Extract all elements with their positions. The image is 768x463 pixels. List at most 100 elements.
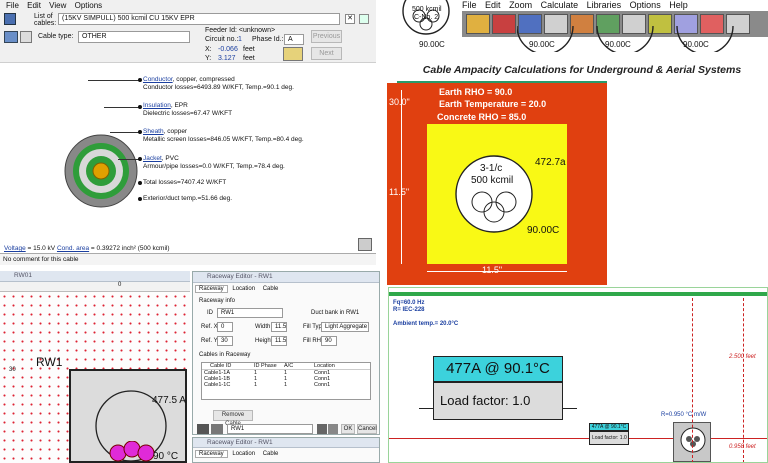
ampacity-box: 477A @ 90.1°C (433, 356, 563, 382)
menu-help[interactable]: Help (669, 0, 688, 10)
field-view-panel: Fq=60.0 Hz R= IEC-228 Ambient temp.= 20.… (388, 287, 768, 463)
total-losses: Total losses=7407.42 W/KFT (143, 179, 227, 186)
depth-dimension-2: 0.958 feet (729, 444, 756, 450)
fill-type-select[interactable]: Light Aggregate (321, 322, 369, 332)
thumb-temp-4: 90.00C (683, 40, 709, 49)
ref-x-input[interactable]: 0 (217, 322, 233, 332)
ampacity-menu: File Edit Zoom Calculate Libraries Optio… (462, 0, 694, 10)
raceway-temperature: 90 °C (153, 451, 179, 462)
table-row[interactable]: Cable1-1C 1 1 Conn1 (202, 382, 370, 388)
id-label: ID (207, 310, 213, 316)
raceway-cables[interactable] (108, 441, 156, 463)
id-note: Duct bank in RW1 (311, 310, 360, 316)
cable-list-label: List of cables: (34, 13, 57, 27)
info-icon[interactable] (359, 14, 369, 24)
dimension-guide (743, 298, 744, 462)
menu-bar: File Edit View Options (0, 0, 376, 11)
width-dimension: 11.5" (482, 265, 503, 275)
ampacity-result: 472.7a (535, 157, 566, 168)
earth-rho: Earth RHO = 90.0 (439, 87, 513, 97)
previous-button[interactable]: Previous (311, 30, 342, 43)
ok-button[interactable]: OK (341, 424, 355, 434)
open-icon[interactable] (466, 14, 490, 34)
sheath-link[interactable]: Sheath (143, 128, 164, 135)
cable-person-icon[interactable] (283, 47, 303, 61)
raceway-dialog-2: Raceway Editor - RW1 Raceway Location Ca… (192, 437, 380, 463)
cable-select[interactable]: (15KV SIMPULL) 500 kcmil CU 15KV EPR (58, 13, 340, 25)
circuit-value[interactable]: 1 (238, 36, 242, 43)
depth-dim-line (401, 90, 402, 124)
vertical-guide (692, 298, 693, 462)
cable-view-icon[interactable] (4, 31, 18, 43)
remove-cable-button[interactable]: Remove Cable (213, 410, 253, 427)
x-label: X: (205, 46, 212, 53)
temperature-result: 90.00C (527, 225, 560, 236)
menu-view[interactable]: View (49, 1, 66, 10)
menu-options[interactable]: Options (630, 0, 661, 10)
ground-line (389, 292, 767, 296)
menu-calculate[interactable]: Calculate (541, 0, 579, 10)
tab-cable-2[interactable]: Cable (260, 451, 282, 457)
menu-options[interactable]: Options (75, 1, 103, 10)
tab-raceway[interactable]: Raceway (195, 285, 228, 293)
thumb-c-label: C-No. 2 (414, 14, 439, 21)
tab-cable[interactable]: Cable (260, 286, 282, 292)
y-unit: feet (243, 55, 255, 62)
cable-editor-panel: File Edit View Options List of cables: (… (0, 0, 376, 265)
dialog-2-tabs: Raceway Location Cable (195, 450, 282, 458)
cables-table[interactable]: Cable ID ID Phase A/C Location Cable1-1A… (201, 362, 371, 400)
menu-edit[interactable]: Edit (27, 1, 41, 10)
conductor-link[interactable]: Conductor (143, 76, 173, 83)
tab-raceway-2[interactable]: Raceway (195, 450, 228, 458)
mini-ampacity-box: 477A @ 90.1°C (589, 423, 629, 431)
tab-location[interactable]: Location (229, 286, 258, 292)
cond-area-link[interactable]: Cond. area (57, 245, 89, 252)
ruler: 0 (0, 282, 190, 292)
conductor-annotation: Conductor, copper, compressed Conductor … (143, 76, 294, 91)
height-input[interactable]: 11.5 (271, 336, 287, 346)
id-input[interactable]: RW1 (217, 308, 283, 318)
width-input[interactable]: 11.5 (271, 322, 287, 332)
y-value[interactable]: 3.127 (218, 55, 236, 62)
raceway-info-group: Raceway info (199, 298, 236, 304)
canvas-window-title: RW01 (0, 271, 190, 282)
ampacity-headline: Cable Ampacity Calculations for Undergro… (422, 64, 742, 76)
cable-type-select[interactable]: OTHER (78, 31, 190, 43)
raceway-select[interactable]: RW1 (227, 424, 313, 434)
copy-icon[interactable] (328, 424, 338, 434)
voltage-line: Voltage = 15.0 kV Cond. area = 0.39272 i… (4, 245, 170, 252)
x-value[interactable]: -0.066 (218, 46, 238, 53)
tab-location-2[interactable]: Location (229, 451, 258, 457)
menu-zoom[interactable]: Zoom (509, 0, 532, 10)
insulation-link[interactable]: Insulation (143, 102, 171, 109)
ruler-mark: 0 (118, 282, 122, 288)
close-icon[interactable]: ✕ (345, 14, 355, 24)
fill-rho-input[interactable]: 90 (321, 336, 337, 346)
y-axis-mark: 30 (9, 367, 16, 373)
jacket-link[interactable]: Jacket (143, 155, 162, 162)
ref-y-input[interactable]: 30 (217, 336, 233, 346)
width-label: Width (255, 324, 271, 330)
next-button[interactable]: Next (311, 47, 342, 60)
link-icon[interactable] (197, 424, 209, 434)
cable-size-label: 500 kcmil (471, 175, 514, 186)
thumb-temp-3: 90.00C (605, 40, 631, 49)
voltage-link[interactable]: Voltage (4, 245, 26, 252)
earth-temp: Earth Temperature = 20.0 (439, 99, 547, 109)
cancel-button[interactable]: Cancel (357, 424, 377, 434)
menu-file[interactable]: File (462, 0, 477, 10)
phase-select[interactable]: A (284, 34, 304, 45)
phase-label: Phase Id.: (252, 36, 284, 43)
menu-libraries[interactable]: Libraries (587, 0, 622, 10)
menu-file[interactable]: File (6, 1, 19, 10)
menu-edit[interactable]: Edit (485, 0, 501, 10)
field-cable-circle (680, 427, 706, 453)
print-icon[interactable] (317, 424, 327, 434)
raceway-ampacity: 477.5 A (152, 395, 186, 406)
raceway-dialog: Raceway Editor - RW1 Raceway Location Ca… (192, 271, 380, 435)
cable-list-icon[interactable] (20, 31, 32, 43)
underground-icon[interactable] (492, 14, 516, 34)
save-icon[interactable] (4, 13, 16, 25)
settings-icon[interactable] (358, 238, 372, 251)
layer-icon[interactable] (211, 424, 223, 434)
